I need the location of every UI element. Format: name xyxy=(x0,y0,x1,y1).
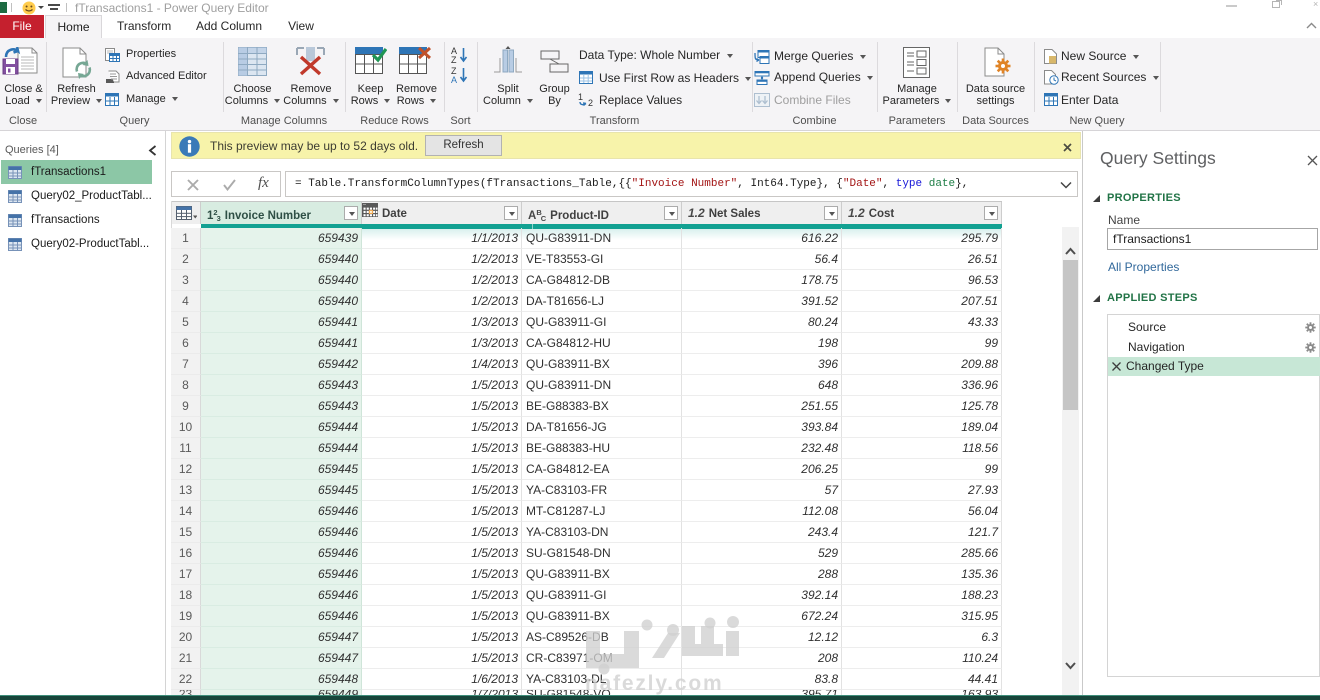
svg-text:Z: Z xyxy=(451,55,457,64)
svg-text:A: A xyxy=(451,75,457,84)
svg-text:1: 1 xyxy=(578,92,583,102)
svg-text:nafezly.com: nafezly.com xyxy=(585,672,723,695)
svg-text:2: 2 xyxy=(588,98,593,107)
